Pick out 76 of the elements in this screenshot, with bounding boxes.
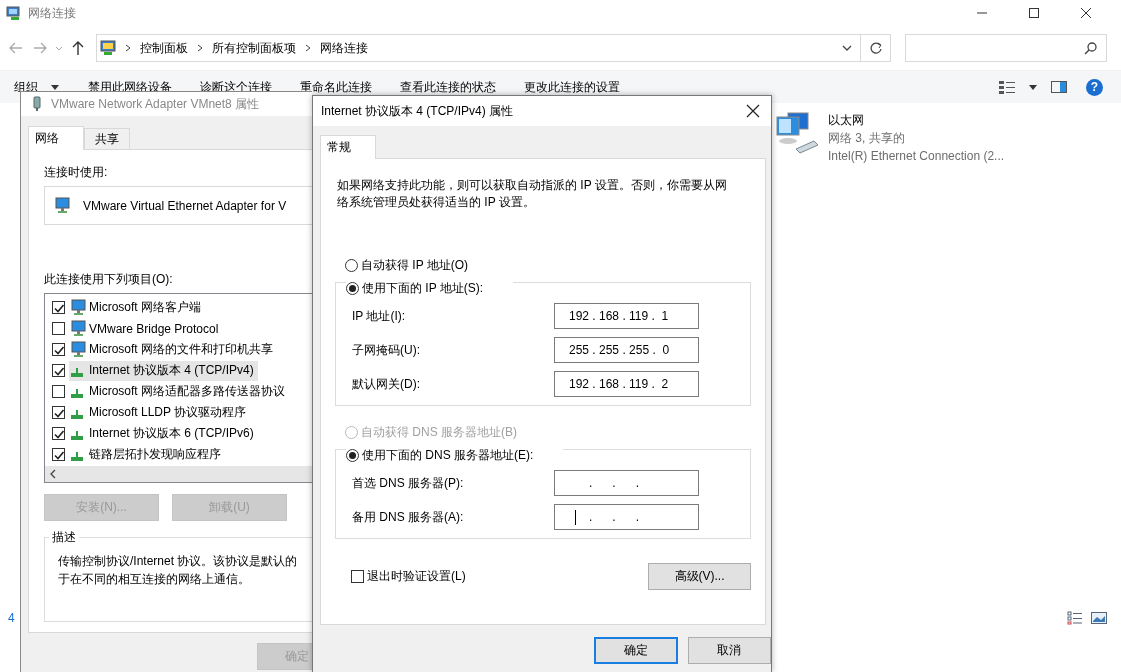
- address-bar[interactable]: 控制面板 所有控制面板项 网络连接: [96, 34, 861, 62]
- field-label: IP 地址(I):: [352, 307, 407, 325]
- refresh-icon: [868, 41, 883, 55]
- view-caret-icon[interactable]: [1028, 83, 1038, 91]
- ip-address-field[interactable]: 255 . 255 . 255 . 0: [554, 337, 699, 363]
- cancel-button[interactable]: 取消: [687, 637, 771, 664]
- toolbar-button[interactable]: 更改此连接的设置: [524, 78, 634, 96]
- connection-device: Intel(R) Ethernet Connection (2...: [828, 148, 1005, 165]
- list-item[interactable]: Microsoft 网络的文件和打印机共享: [69, 339, 277, 360]
- connection-status: 网络 3, 共享的: [828, 130, 906, 147]
- tab[interactable]: 网络: [28, 126, 84, 150]
- checkbox[interactable]: [52, 301, 65, 314]
- monitor-icon: [69, 341, 87, 358]
- scroll-left-icon: [48, 469, 58, 479]
- description-text: 于在不同的相互连接的网络上通信。: [58, 571, 251, 588]
- breadcrumb-item[interactable]: 网络连接: [320, 39, 368, 57]
- list-item[interactable]: VMware Bridge Protocol: [69, 318, 223, 339]
- connection-name[interactable]: 以太网: [828, 111, 1005, 129]
- dialog-title: Internet 协议版本 4 (TCP/IPv4) 属性: [321, 102, 514, 120]
- tab[interactable]: 共享: [84, 128, 130, 149]
- checkbox[interactable]: [52, 427, 65, 440]
- section-label: 此连接使用下列项目(O):: [44, 271, 174, 287]
- item-count: 4: [8, 611, 15, 625]
- field-label: 子网掩码(U):: [352, 341, 421, 359]
- breadcrumb-item[interactable]: 控制面板: [140, 39, 188, 57]
- toolbar-button[interactable]: 查看此连接的状态: [400, 78, 510, 96]
- group-title: 描述: [49, 529, 79, 546]
- checkbox[interactable]: [52, 406, 65, 419]
- dialog-title: VMware Network Adapter VMnet8 属性: [51, 95, 260, 113]
- window-title: 网络连接: [28, 4, 76, 22]
- monitor-icon: [69, 320, 87, 337]
- checkbox[interactable]: [52, 448, 65, 461]
- list-item[interactable]: 链路层拓扑发现响应程序: [69, 444, 225, 465]
- search-field[interactable]: [905, 34, 1107, 62]
- search-icon: [1084, 41, 1098, 55]
- tiles-view-icon[interactable]: [1091, 611, 1107, 625]
- list-item[interactable]: Internet 协议版本 4 (TCP/IPv4): [69, 360, 258, 381]
- horizontal-scrollbar[interactable]: [45, 466, 312, 482]
- breadcrumb-item[interactable]: 所有控制面板项: [212, 39, 296, 57]
- ip-address-field[interactable]: 192 . 168 . 119 . 2: [554, 371, 699, 397]
- close-icon[interactable]: [745, 103, 761, 119]
- list-item[interactable]: Internet 协议版本 6 (TCP/IPv6): [69, 423, 258, 444]
- radio-button[interactable]: [346, 282, 359, 295]
- checkbox[interactable]: [351, 570, 364, 583]
- checkbox[interactable]: [52, 343, 65, 356]
- help-button[interactable]: ?: [1086, 78, 1103, 96]
- tab[interactable]: 常规: [320, 135, 376, 159]
- checkbox[interactable]: [52, 385, 65, 398]
- list-item[interactable]: Microsoft 网络适配器多路传送器协议: [69, 381, 289, 402]
- radio-button[interactable]: [346, 449, 359, 462]
- adapter-monitor-icon: [53, 197, 71, 214]
- details-view-icon[interactable]: [1067, 611, 1083, 625]
- radio-label[interactable]: 自动获得 IP 地址(O): [361, 257, 469, 274]
- ip-address-field[interactable]: . . .: [554, 504, 699, 530]
- list-item[interactable]: Microsoft 网络客户端: [69, 297, 205, 318]
- checkbox[interactable]: [52, 322, 65, 335]
- radio-button[interactable]: [345, 259, 358, 272]
- description-text: 传输控制协议/Internet 协议。该协议是默认的: [58, 553, 299, 570]
- ip-address-field[interactable]: 192 . 168 . 119 . 1: [554, 303, 699, 329]
- adapter-name: VMware Virtual Ethernet Adapter for V: [83, 198, 287, 213]
- field-label: 备用 DNS 服务器(A):: [352, 508, 465, 526]
- ip-address-field[interactable]: . . .: [554, 470, 699, 496]
- view-options-icon[interactable]: [998, 79, 1016, 95]
- section-label: 连接时使用:: [44, 164, 109, 180]
- field-label: 默认网关(D):: [352, 375, 421, 393]
- field-label: 首选 DNS 服务器(P):: [352, 474, 465, 492]
- adapter-icon: [31, 96, 43, 112]
- ok-button[interactable]: 确定: [594, 637, 678, 664]
- checkbox[interactable]: [52, 364, 65, 377]
- monitor-icon: [69, 299, 87, 316]
- advanced-button[interactable]: 高级(V)...: [648, 563, 751, 590]
- checkbox-label[interactable]: 退出时验证设置(L): [367, 568, 466, 585]
- list-item[interactable]: Microsoft LLDP 协议驱动程序: [69, 402, 251, 423]
- intro-text: 如果网络支持此功能，则可以获取自动指派的 IP 设置。否则，你需要从网络系统管理员处获得适当的 IP 设置。: [336, 177, 728, 211]
- preview-pane-icon[interactable]: [1050, 79, 1068, 95]
- refresh-button[interactable]: [861, 34, 891, 62]
